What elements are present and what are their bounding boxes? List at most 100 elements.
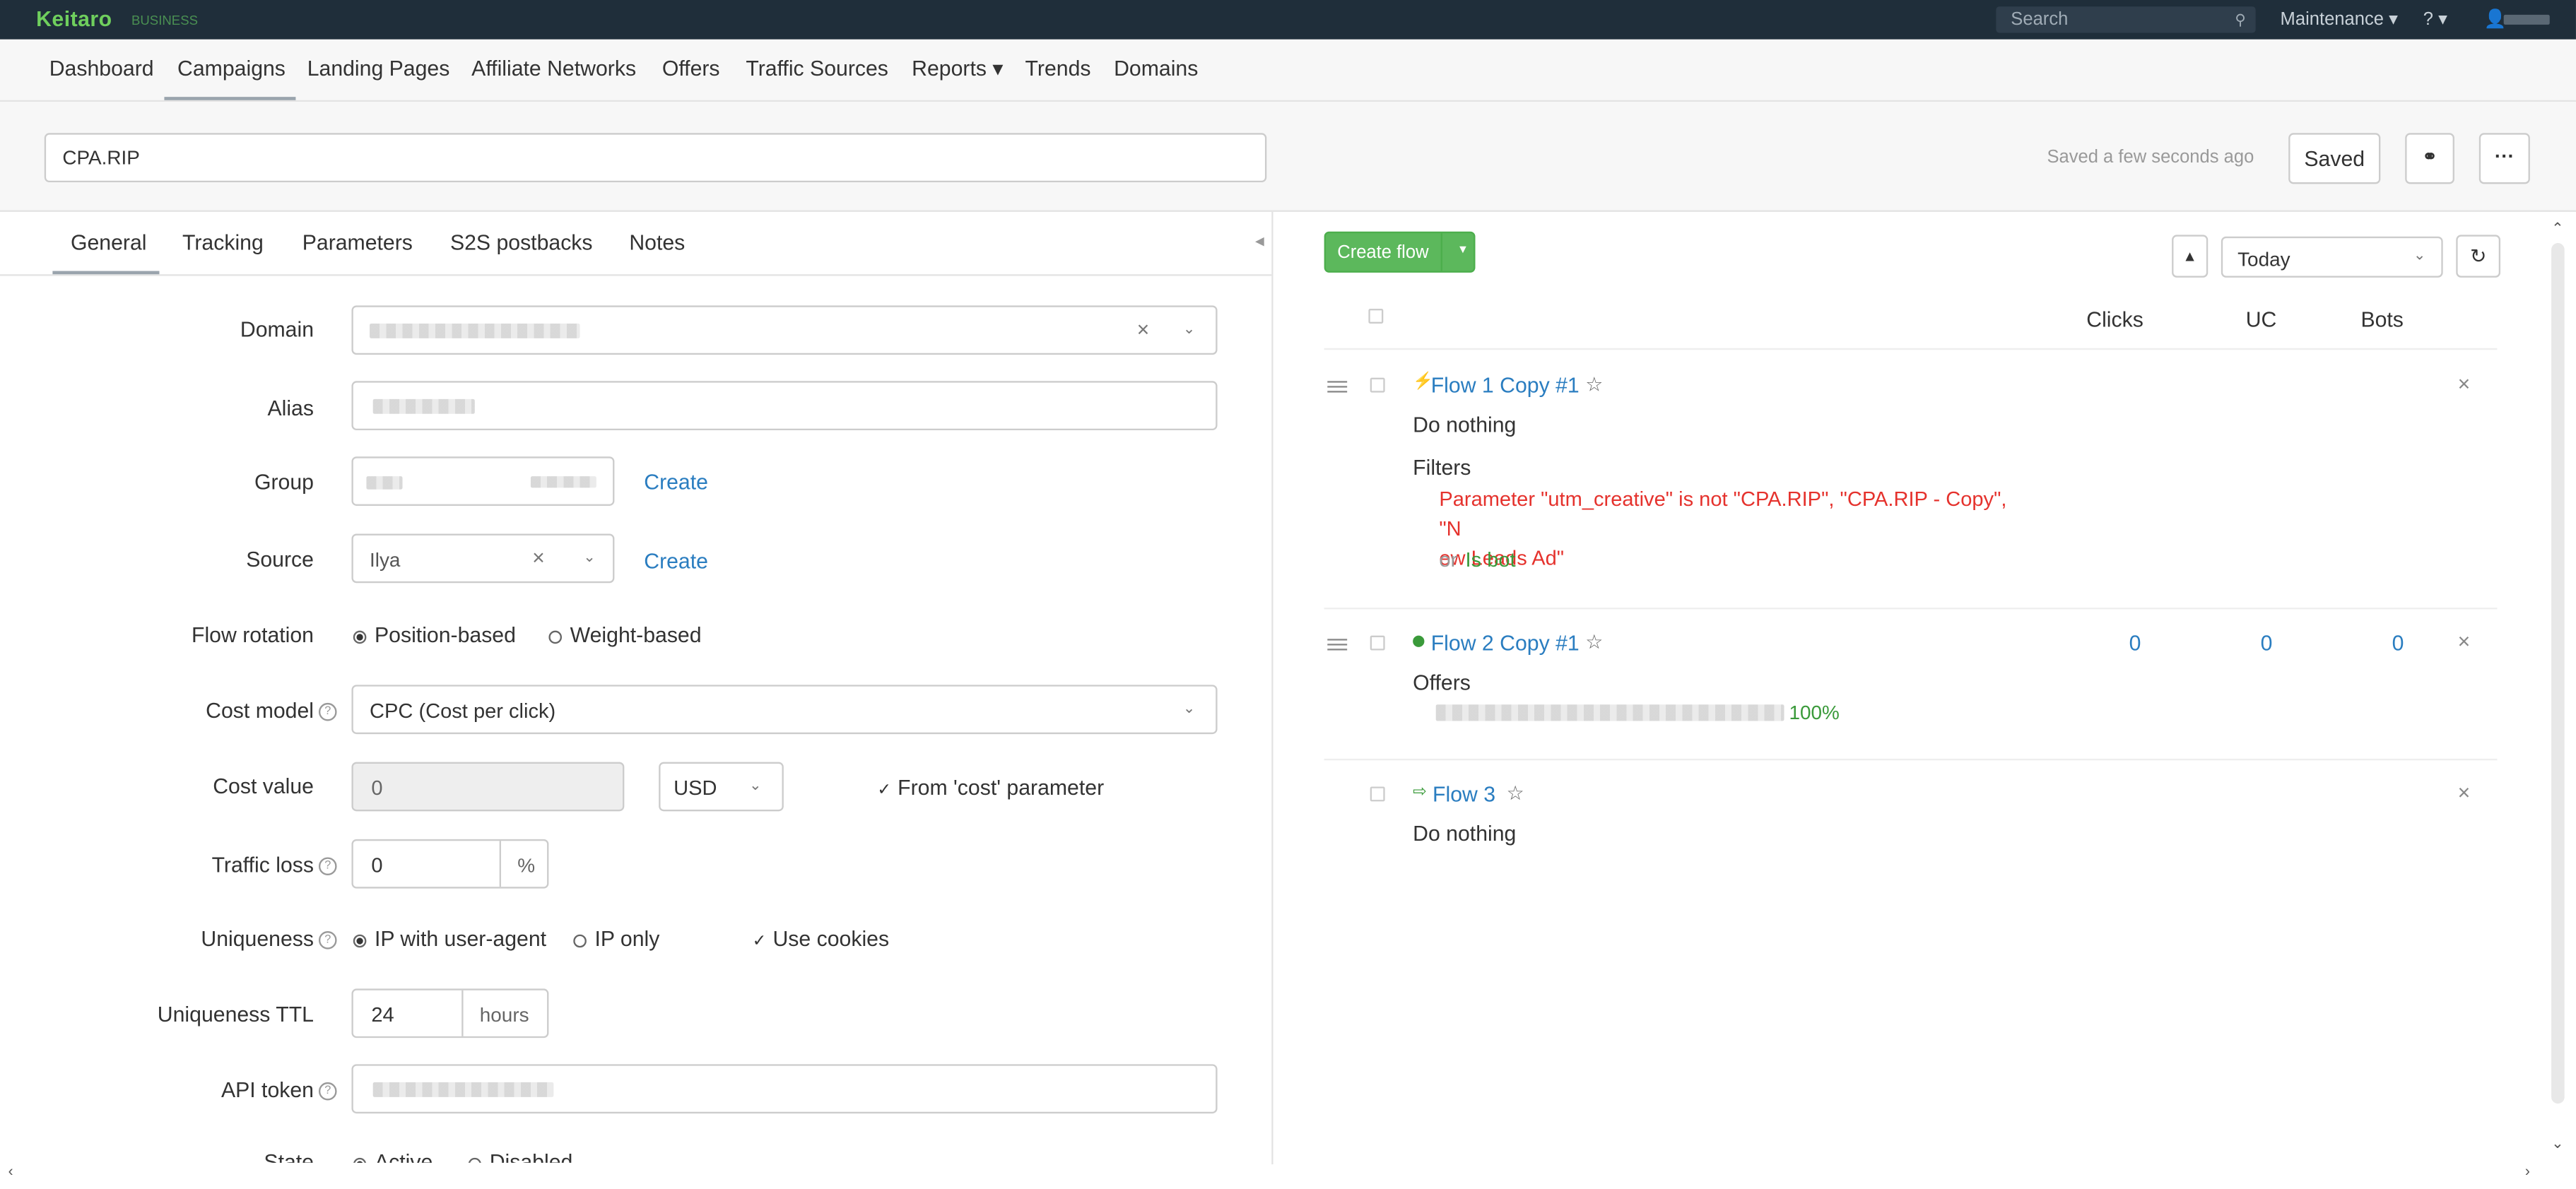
chevron-down-icon[interactable]: ⌄ (1183, 699, 1196, 718)
ttl-value: 24 (371, 1003, 394, 1027)
from-cost-checkbox[interactable]: ✓ From 'cost' parameter (877, 775, 1104, 800)
close-icon[interactable]: × (2458, 629, 2471, 653)
source-select[interactable]: Ilya × ⌄ (351, 533, 615, 584)
tab-parameters[interactable]: Parameters (302, 230, 413, 254)
campaign-name-input[interactable]: CPA.RIP (44, 133, 1267, 183)
flow-bots[interactable]: 0 (2392, 631, 2404, 656)
create-group-link[interactable]: Create (644, 470, 708, 495)
domain-select[interactable]: × ⌄ (351, 305, 1218, 355)
redirect-icon: ⇨ (1413, 783, 1427, 802)
currency-select[interactable]: USD ⌄ (659, 762, 784, 812)
traffic-loss-input[interactable]: 0 % (351, 839, 549, 889)
chevron-down-icon[interactable]: ⌄ (749, 777, 762, 795)
column-uc[interactable]: UC (2246, 307, 2277, 332)
radio-icon[interactable] (548, 629, 563, 644)
search-input[interactable]: Search ⚲ (1996, 6, 2256, 33)
collapse-up-icon[interactable]: ▲ (2172, 235, 2209, 278)
tab-general[interactable]: General (71, 230, 147, 254)
scroll-up-icon[interactable]: ⌃ (2551, 220, 2564, 238)
refresh-icon[interactable]: ↻ (2456, 235, 2501, 278)
flow-name-link[interactable]: Flow 1 Copy #1 (1431, 373, 1580, 398)
column-bots[interactable]: Bots (2360, 307, 2403, 332)
nav-dashboard[interactable]: Dashboard (49, 56, 154, 81)
checkmark-icon[interactable]: ✓ (753, 933, 767, 951)
state-disabled-radio[interactable]: Disabled (468, 1149, 572, 1163)
uniqueness-ttl-input[interactable]: 24 hours (351, 988, 549, 1039)
rotation-weight-radio[interactable]: Weight-based (548, 622, 702, 647)
period-select[interactable]: Today ⌄ (2221, 236, 2443, 278)
clear-domain-icon[interactable]: × (1137, 317, 1150, 342)
link-icon[interactable]: ⚭ (2405, 133, 2454, 184)
close-icon[interactable]: × (2458, 371, 2471, 396)
state-active-radio[interactable]: Active (353, 1149, 433, 1163)
nav-affiliate-networks[interactable]: Affiliate Networks (471, 56, 636, 81)
nav-domains[interactable]: Domains (1114, 56, 1198, 81)
tab-notes[interactable]: Notes (629, 230, 685, 254)
create-flow-button[interactable]: Create flow ▼ (1324, 231, 1476, 273)
radio-selected-icon[interactable] (353, 629, 367, 644)
vertical-scrollbar[interactable] (2551, 243, 2565, 1104)
flow-name-link[interactable]: Flow 2 Copy #1 (1431, 631, 1580, 656)
drag-handle-icon[interactable] (1327, 378, 1348, 396)
scroll-left-icon[interactable]: ‹ (8, 1163, 13, 1179)
help-icon[interactable]: ? (318, 1082, 337, 1101)
nav-traffic-sources[interactable]: Traffic Sources (746, 56, 888, 81)
radio-icon[interactable] (573, 933, 587, 947)
chevron-down-icon[interactable]: ⌄ (1183, 320, 1196, 338)
flow-uc[interactable]: 0 (2261, 631, 2273, 656)
tab-tracking[interactable]: Tracking (182, 230, 264, 254)
column-clicks[interactable]: Clicks (2086, 307, 2143, 332)
caret-down-icon[interactable]: ▼ (1457, 244, 1469, 256)
collapse-panel-icon[interactable]: ◀ (1255, 235, 1264, 248)
use-cookies-checkbox[interactable]: ✓ Use cookies (753, 926, 889, 951)
create-source-link[interactable]: Create (644, 548, 708, 573)
filter-is-bot[interactable]: Is bot (1466, 548, 1516, 572)
nav-campaigns[interactable]: Campaigns (177, 56, 286, 81)
star-icon[interactable]: ☆ (1585, 373, 1603, 396)
cost-value-input[interactable]: 0 (351, 762, 625, 812)
flow-clicks[interactable]: 0 (2129, 631, 2141, 656)
help-icon[interactable]: ? (318, 931, 337, 950)
flow-checkbox[interactable] (1370, 635, 1385, 651)
more-options-icon[interactable]: ··· (2478, 133, 2530, 184)
maintenance-menu[interactable]: Maintenance ▾ (2281, 8, 2398, 30)
saved-button[interactable]: Saved (2288, 133, 2381, 184)
chevron-down-icon[interactable]: ⌄ (583, 548, 596, 567)
cost-model-select[interactable]: CPC (Cost per click) ⌄ (351, 685, 1218, 735)
radio-icon[interactable] (468, 1157, 482, 1163)
tab-s2s-postbacks[interactable]: S2S postbacks (450, 230, 593, 254)
offer-name-redacted[interactable] (1435, 704, 1784, 721)
help-menu[interactable]: ? ▾ (2423, 8, 2447, 30)
nav-landing-pages[interactable]: Landing Pages (307, 56, 450, 81)
uniqueness-ip-ua-radio[interactable]: IP with user-agent (353, 926, 546, 951)
radio-selected-icon[interactable] (353, 1157, 367, 1163)
group-select[interactable] (351, 456, 615, 506)
alias-field[interactable] (351, 381, 1218, 431)
help-icon[interactable]: ? (318, 703, 337, 721)
nav-trends[interactable]: Trends (1025, 56, 1091, 81)
flow-checkbox[interactable] (1370, 377, 1385, 393)
star-icon[interactable]: ☆ (1585, 631, 1603, 654)
chevron-down-icon[interactable]: ⌄ (2413, 247, 2426, 265)
panel-divider[interactable] (1271, 211, 1274, 1165)
select-all-checkbox[interactable] (1368, 309, 1384, 324)
api-token-field[interactable] (351, 1064, 1218, 1114)
flow-checkbox[interactable] (1370, 786, 1385, 802)
star-icon[interactable]: ☆ (1507, 782, 1524, 805)
clear-source-icon[interactable]: × (532, 545, 545, 570)
user-name-redacted[interactable] (2503, 14, 2550, 25)
filter-parameter[interactable]: Parameter "utm_creative" is not "CPA.RIP… (1439, 485, 2034, 574)
logo[interactable]: Keitaro (36, 6, 112, 31)
close-icon[interactable]: × (2458, 780, 2471, 805)
nav-reports[interactable]: Reports ▾ (912, 56, 1003, 82)
nav-offers[interactable]: Offers (662, 56, 720, 81)
checkmark-icon[interactable]: ✓ (877, 782, 891, 800)
scroll-down-icon[interactable]: ⌄ (2551, 1135, 2564, 1153)
scroll-right-icon[interactable]: › (2525, 1163, 2530, 1179)
radio-selected-icon[interactable] (353, 933, 367, 947)
rotation-position-radio[interactable]: Position-based (353, 622, 516, 647)
uniqueness-ip-radio[interactable]: IP only (573, 926, 659, 951)
help-icon[interactable]: ? (318, 857, 337, 876)
drag-handle-icon[interactable] (1327, 636, 1348, 654)
flow-name-link[interactable]: Flow 3 (1433, 782, 1495, 807)
